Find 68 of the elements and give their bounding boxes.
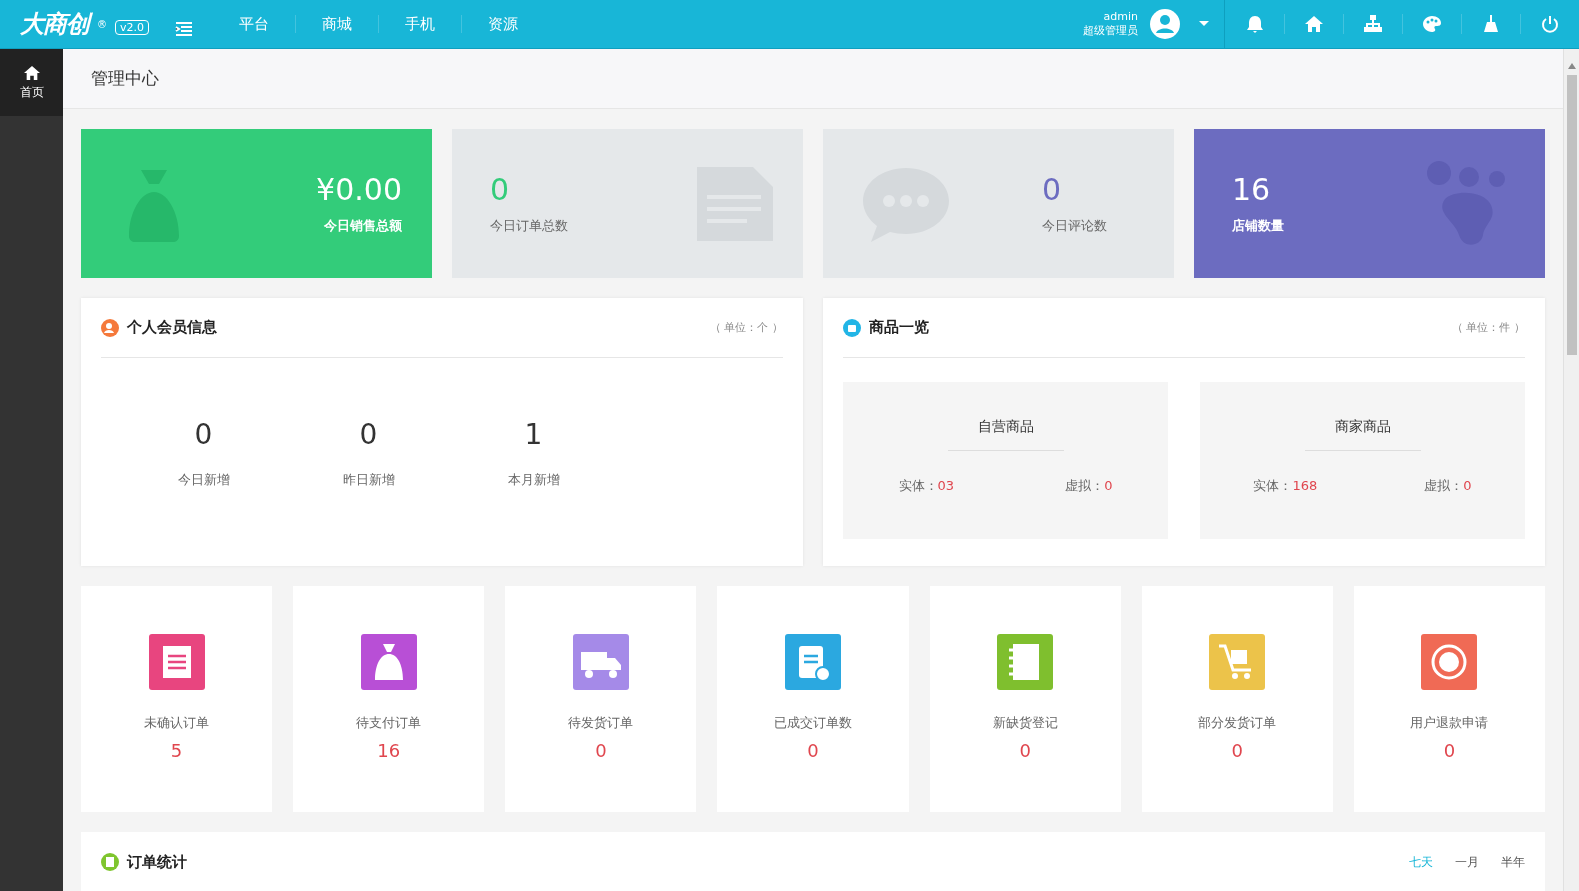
member-label: 今日新增	[177, 471, 230, 489]
scrollbar-thumb[interactable]	[1566, 75, 1577, 355]
order-card[interactable]: 用户退款申请 0	[1353, 586, 1545, 812]
stat-value: 0	[1042, 172, 1062, 207]
order-count: 0	[595, 740, 607, 761]
stat-label: 店铺数量	[1232, 217, 1284, 235]
member-count: 0	[194, 418, 213, 451]
bell-icon[interactable]	[1244, 14, 1265, 34]
period-tab[interactable]: 一月	[1455, 853, 1479, 871]
user-name: admin	[1103, 10, 1138, 24]
panel-title: 订单统计	[127, 852, 188, 872]
power-icon[interactable]	[1540, 14, 1560, 34]
order-card[interactable]: 新缺货登记 0	[929, 586, 1121, 812]
version-badge: v2.0	[115, 19, 149, 35]
goods-count: 虚拟：0	[1065, 477, 1113, 495]
scroll-up-icon[interactable]	[1567, 63, 1576, 69]
order-label: 待支付订单	[356, 714, 422, 732]
order-label: 未确认订单	[144, 714, 210, 732]
user-role: 超级管理员	[1083, 24, 1138, 38]
member-label: 昨日新增	[342, 471, 395, 489]
order-label: 新缺货登记	[992, 714, 1058, 732]
order-card[interactable]: 待支付订单 16	[293, 586, 485, 812]
avatar-icon[interactable]	[1150, 9, 1180, 39]
home-icon[interactable]	[1304, 14, 1324, 34]
order-count: 0	[807, 740, 819, 761]
order-card[interactable]: 已成交订单数 0	[717, 586, 909, 812]
member-label: 本月新增	[507, 471, 560, 489]
stat-label: 今日订单总数	[490, 217, 568, 235]
stat-label: 今日评论数	[1042, 217, 1107, 235]
group-title: 商家商品	[1304, 418, 1421, 451]
stat-value: ¥0.00	[316, 172, 402, 207]
group-title: 自营商品	[947, 418, 1064, 451]
order-label: 已成交订单数	[774, 714, 852, 732]
member-count: 1	[524, 418, 543, 451]
order-label: 待发货订单	[568, 714, 634, 732]
unit-label: （ 单位：件 ）	[1452, 320, 1525, 335]
period-tab[interactable]: 半年	[1501, 853, 1525, 871]
order-count: 0	[1019, 740, 1031, 761]
sitemap-icon[interactable]	[1363, 14, 1383, 34]
stat-value: 16	[1232, 172, 1271, 207]
panel-title: 商品一览	[869, 318, 930, 337]
menu-icon[interactable]	[175, 19, 193, 37]
order-label: 用户退款申请	[1410, 714, 1489, 732]
order-card[interactable]: 待发货订单 0	[505, 586, 697, 812]
user-icon	[101, 318, 119, 337]
registered-mark: ®	[97, 18, 107, 30]
document-icon	[101, 853, 119, 871]
unit-label: （ 单位：个 ）	[710, 320, 783, 335]
order-label: 部分发货订单	[1198, 714, 1277, 732]
stat-value: 0	[490, 172, 510, 207]
order-card[interactable]: 部分发货订单 0	[1141, 586, 1333, 812]
home-icon	[22, 64, 41, 81]
stat-label: 今日销售总额	[324, 217, 402, 235]
order-count: 0	[1443, 740, 1456, 761]
panel-title: 个人会员信息	[127, 318, 218, 337]
broom-icon[interactable]	[1481, 14, 1501, 34]
goods-count: 实体：03	[898, 477, 955, 495]
sidebar-item[interactable]: 首页	[0, 49, 63, 116]
order-count: 5	[170, 740, 183, 761]
member-count: 0	[359, 418, 378, 451]
order-count: 0	[1231, 740, 1243, 761]
goods-count: 实体：168	[1253, 477, 1318, 495]
order-card[interactable]: 未确认订单 5	[81, 586, 273, 812]
palette-icon[interactable]	[1422, 14, 1442, 34]
goods-count: 虚拟：0	[1424, 477, 1472, 495]
order-count: 16	[377, 740, 401, 761]
page-title: 管理中心	[91, 67, 159, 90]
bag-icon	[843, 318, 861, 337]
